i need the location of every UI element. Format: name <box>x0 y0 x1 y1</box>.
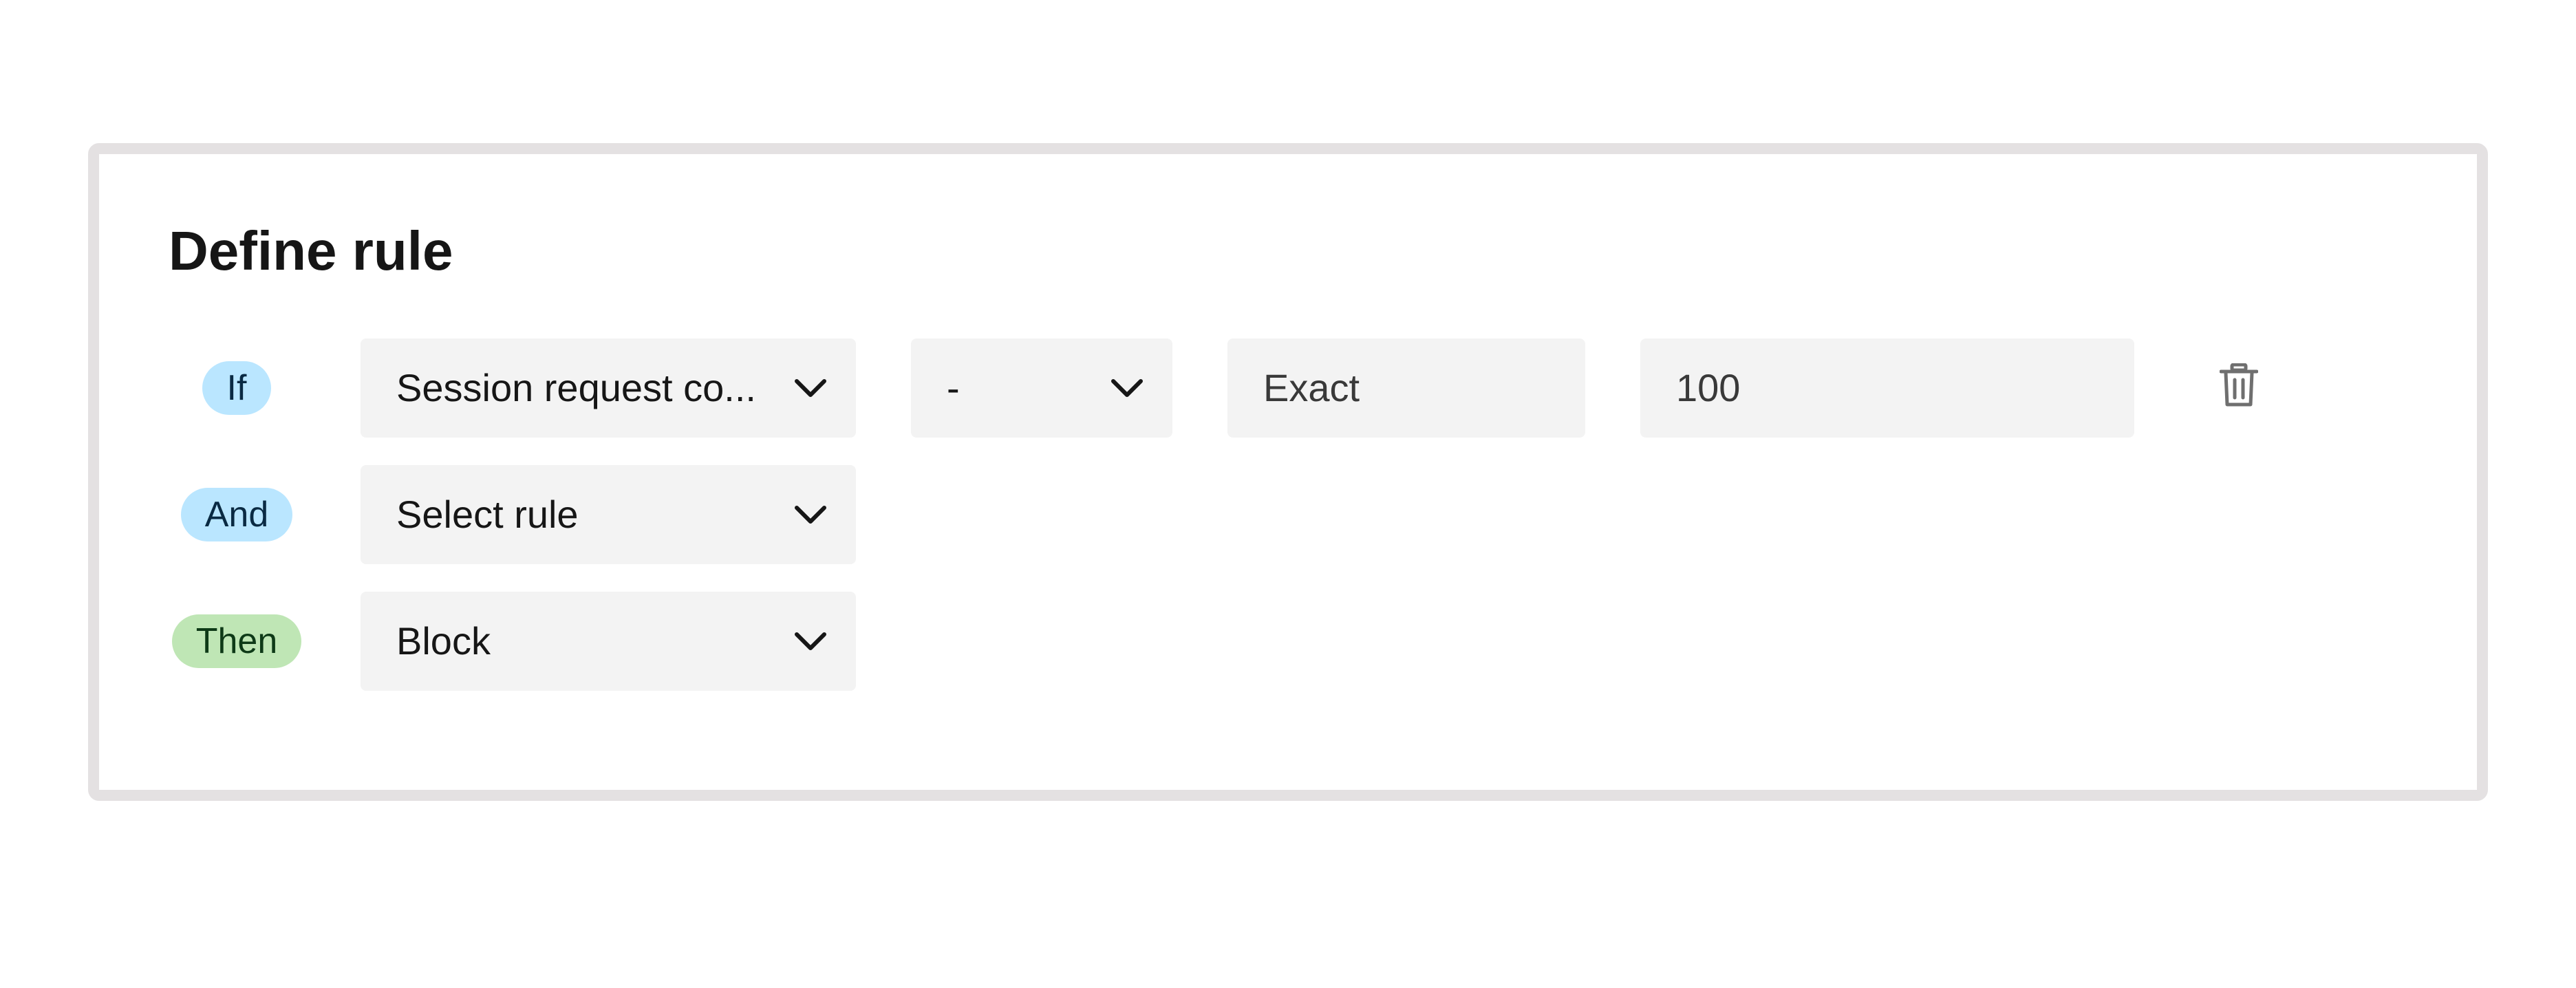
match-type-value: Exact <box>1263 366 1360 409</box>
then-tag-label: Then <box>195 621 278 661</box>
then-tag: Then <box>172 614 301 668</box>
then-action-select-value: Block <box>396 619 491 663</box>
chevron-down-icon <box>795 379 826 397</box>
and-tag-label: And <box>204 495 269 535</box>
match-type-field[interactable]: Exact <box>1227 339 1585 438</box>
chevron-down-icon <box>1111 379 1143 397</box>
and-tag: And <box>181 488 292 541</box>
if-tag-label: If <box>226 368 247 408</box>
if-tag: If <box>202 361 271 415</box>
chevron-down-icon <box>795 632 826 650</box>
value-field-value: 100 <box>1676 366 1741 409</box>
if-rule-select-value: Session request co... <box>396 366 756 409</box>
trash-icon[interactable] <box>2220 363 2258 407</box>
and-rule-select[interactable]: Select rule <box>361 465 856 564</box>
if-rule-select[interactable]: Session request co... <box>361 339 856 438</box>
then-action-select[interactable]: Block <box>361 592 856 691</box>
value-field[interactable]: 100 <box>1640 339 2134 438</box>
card-title: Define rule <box>169 220 453 281</box>
operator-select-value: - <box>947 366 960 409</box>
operator-select[interactable]: - <box>911 339 1172 438</box>
and-rule-select-value: Select rule <box>396 493 579 536</box>
chevron-down-icon <box>795 506 826 524</box>
